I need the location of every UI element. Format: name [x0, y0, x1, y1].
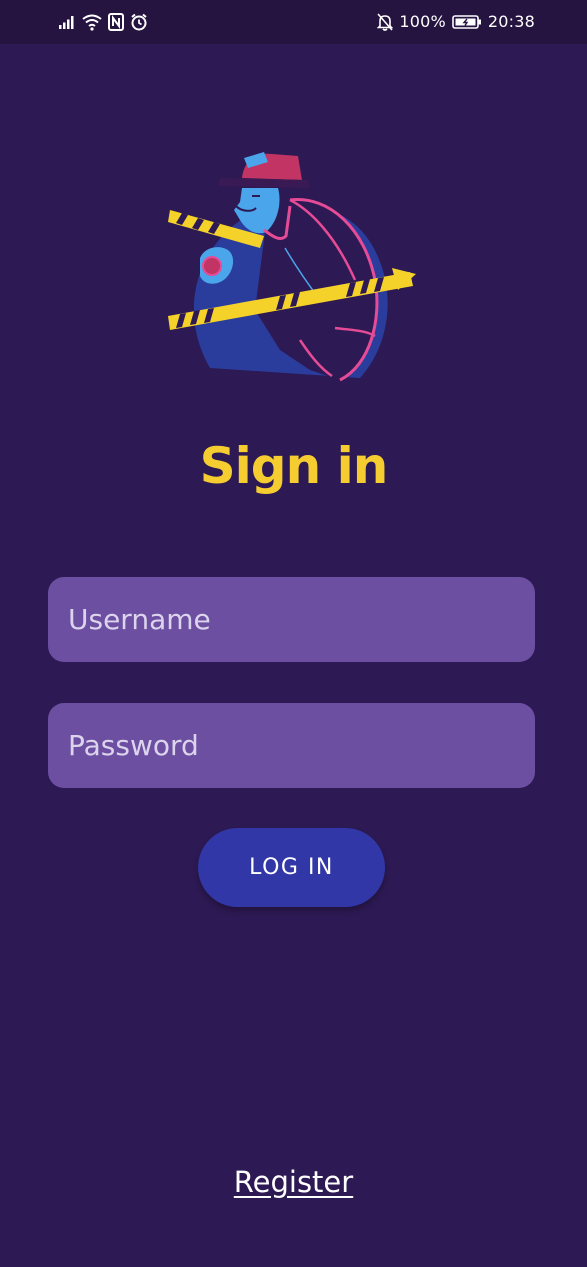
login-button[interactable]: LOG IN [198, 828, 385, 907]
battery-icon [452, 15, 481, 29]
wifi-icon [82, 14, 102, 31]
nfc-icon [108, 13, 124, 31]
password-field[interactable] [48, 703, 535, 788]
battery-percent: 100% [399, 12, 446, 31]
status-left-icons [58, 11, 148, 33]
alarm-icon [131, 13, 147, 31]
status-bar: 100% 20:38 [0, 0, 587, 44]
detective-illustration [168, 152, 416, 382]
page-title: Sign in [199, 437, 389, 495]
signal-icon [59, 16, 74, 29]
clock: 20:38 [487, 12, 535, 31]
status-right-icons: 100% 20:38 [377, 10, 535, 34]
username-field[interactable] [48, 577, 535, 662]
bell-muted-icon [377, 13, 394, 31]
register-link[interactable]: Register [0, 1165, 587, 1199]
